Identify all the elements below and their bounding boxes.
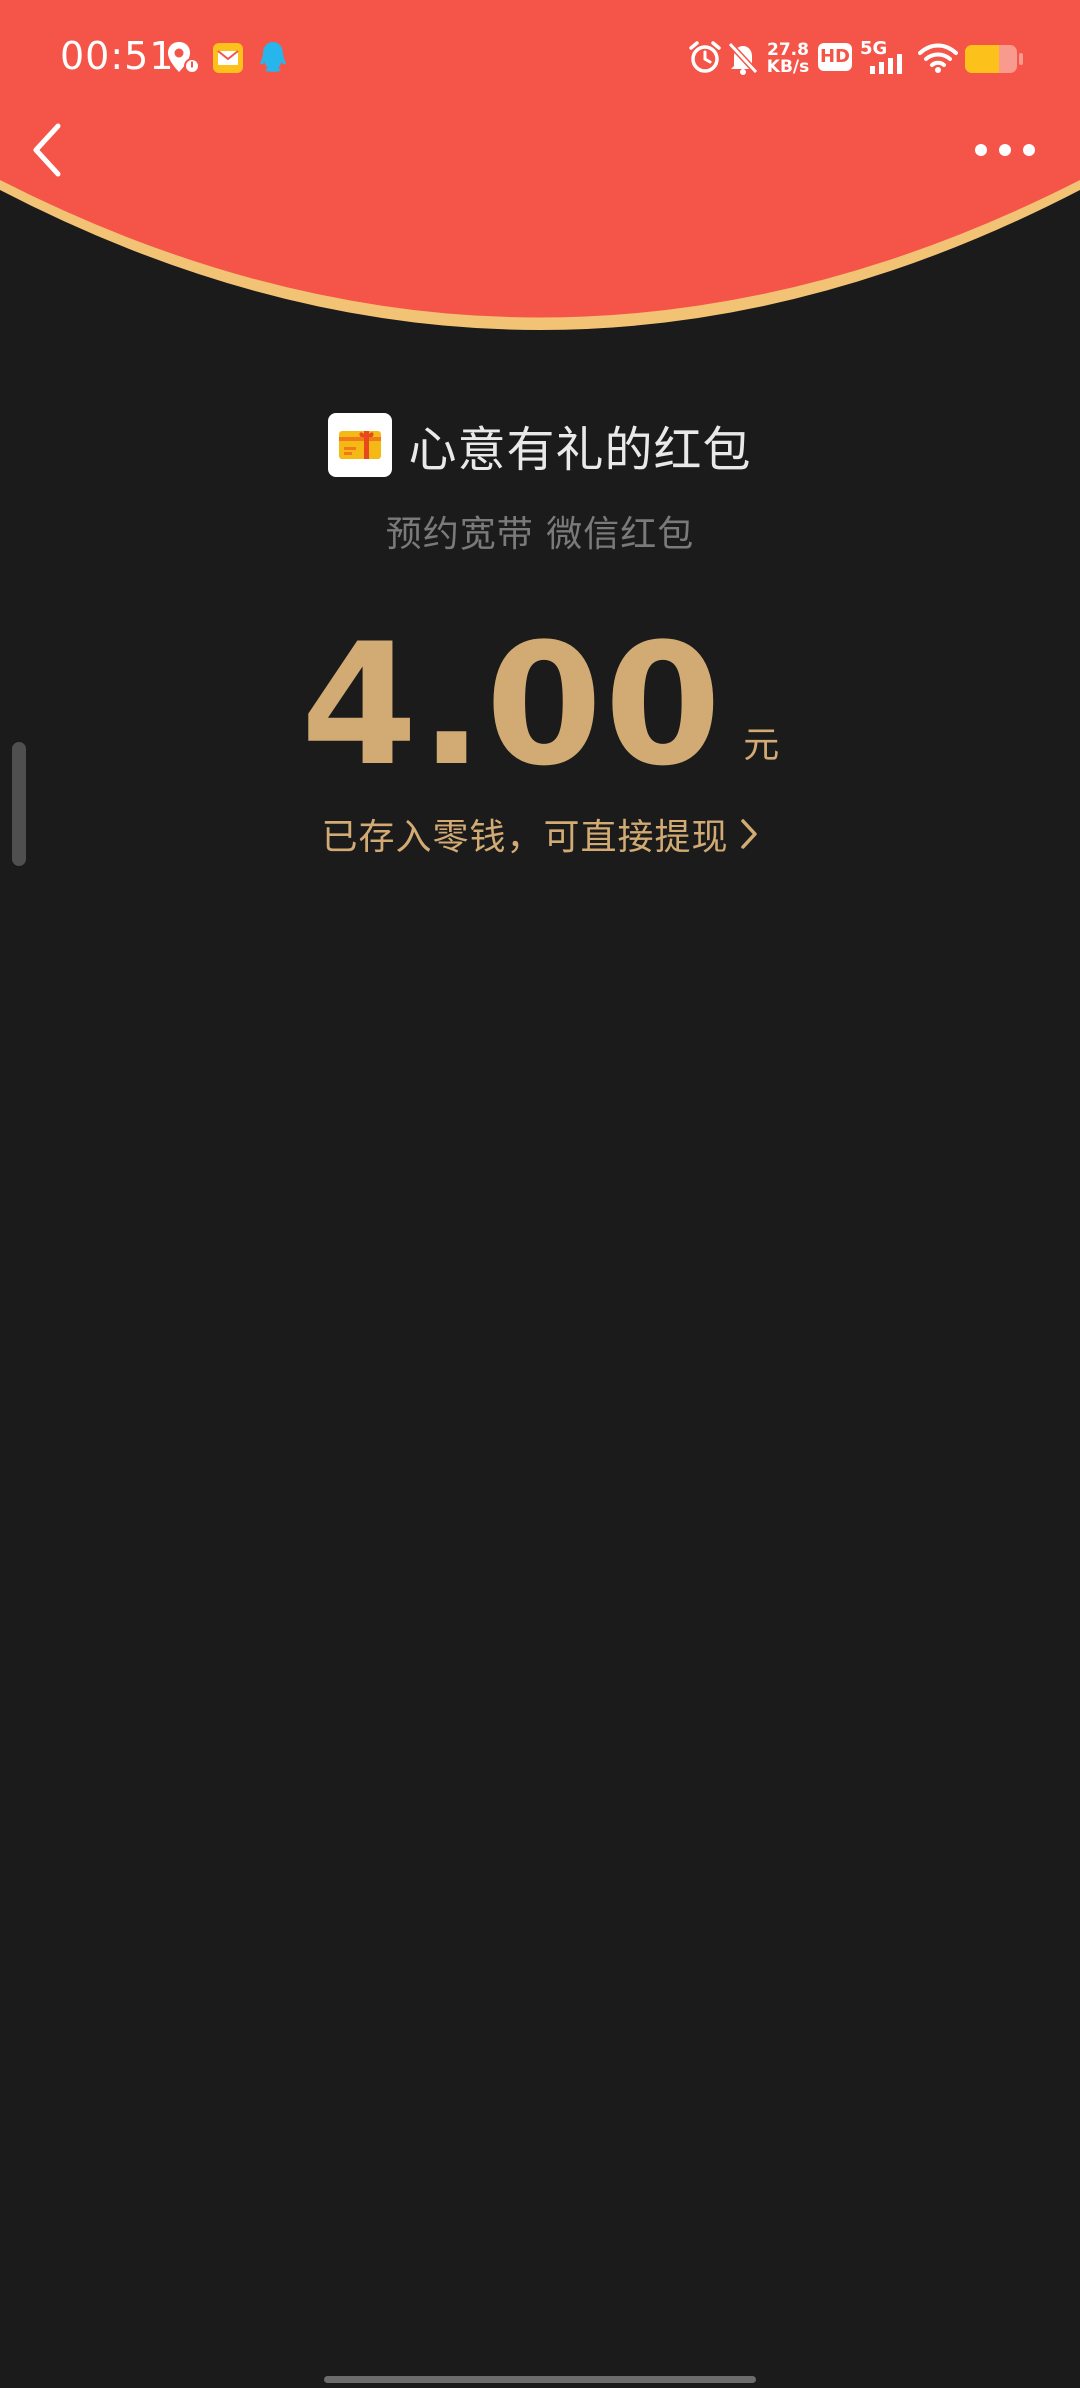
hd-icon: HD — [818, 43, 852, 71]
alarm-icon — [689, 41, 721, 73]
hd-label: HD — [819, 46, 850, 67]
saved-to-balance-link[interactable]: 已存入零钱，可直接提现 — [0, 808, 1080, 860]
sender-row: 心意有礼的红包 — [0, 410, 1080, 480]
chevron-left-icon — [33, 123, 61, 177]
status-bar: 00:51 27.8 KB/s HD 5G — [0, 0, 1080, 120]
gift-card-icon — [339, 431, 382, 459]
currency-unit: 元 — [743, 725, 780, 766]
red-packet-detail-page: 00:51 27.8 KB/s HD 5G 心意有礼的红包 预约宽带 微信红包 … — [0, 0, 1080, 2388]
back-button[interactable] — [22, 118, 78, 182]
red-packet-amount: 4.00 — [300, 607, 724, 803]
net-speed-unit: KB/s — [766, 57, 810, 77]
signal-icon: 5G — [860, 38, 904, 74]
battery-icon — [965, 45, 1023, 73]
sender-name: 心意有礼的红包 — [408, 422, 752, 478]
mail-icon — [213, 43, 243, 73]
qq-icon — [260, 42, 286, 72]
home-indicator[interactable] — [324, 2376, 756, 2383]
amount-row: 4.00 元 — [0, 620, 1080, 790]
more-button[interactable] — [970, 130, 1040, 170]
status-time: 00:51 — [60, 34, 175, 78]
more-dots-icon — [975, 144, 1035, 156]
sender-avatar — [328, 413, 393, 477]
saved-to-balance-text: 已存入零钱，可直接提现 — [321, 817, 729, 858]
net-speed-indicator: 27.8 KB/s — [766, 42, 810, 76]
wifi-icon — [918, 43, 958, 73]
chevron-right-icon — [740, 819, 757, 849]
location-icon — [168, 42, 200, 74]
red-packet-wish: 预约宽带 微信红包 — [385, 514, 695, 555]
mute-icon — [727, 41, 759, 75]
